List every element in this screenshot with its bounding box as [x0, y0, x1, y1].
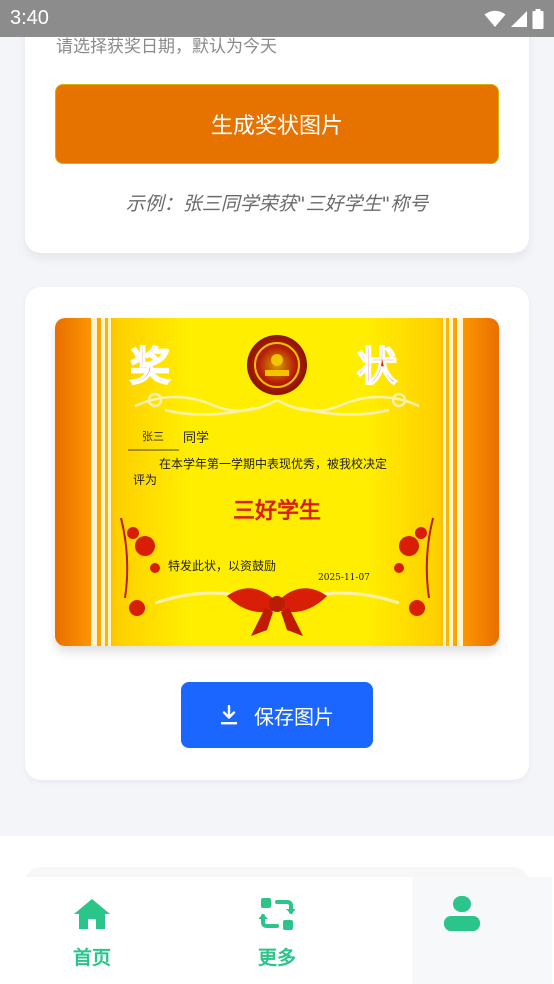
- certificate-title-left: 奖: [130, 343, 170, 390]
- home-icon: [74, 899, 110, 929]
- certificate-date: 2025-11-07: [318, 573, 370, 583]
- signal-icon: [511, 10, 527, 27]
- battery-icon: [532, 8, 544, 29]
- status-icons: [484, 8, 544, 29]
- generate-certificate-button[interactable]: 生成奖状图片: [55, 84, 499, 164]
- nav-item-more[interactable]: 更多: [217, 877, 337, 984]
- status-time: 3:40: [10, 7, 49, 29]
- certificate-honor: 三好学生: [233, 498, 321, 524]
- certificate-body-line2: 评为: [133, 473, 157, 487]
- nav-label-home: 首页: [72, 947, 111, 969]
- certificate-graphic: 奖 状 张三 同学 在本学年第一学期中表现优秀，被我校决定 评为 三好学生 特发…: [55, 318, 499, 646]
- nav-item-home[interactable]: 首页: [32, 877, 152, 984]
- wifi-icon: [484, 10, 506, 27]
- user-icon: [444, 896, 480, 931]
- example-text: 示例：张三同学荣获"三好学生"称号: [125, 193, 429, 215]
- right-border-stripes: [443, 318, 463, 646]
- save-image-button[interactable]: 保存图片: [181, 682, 373, 748]
- certificate-closing: 特发此状，以资鼓励: [168, 558, 276, 573]
- refresh-icon: [259, 898, 295, 930]
- bottom-navigation: 首页 更多: [0, 877, 554, 984]
- recipient-suffix: 同学: [183, 430, 209, 446]
- certificate-body-line1: 在本学年第一学期中表现优秀，被我校决定: [159, 456, 387, 471]
- nav-item-profile[interactable]: [402, 877, 522, 984]
- certificate-image: 奖 状 张三 同学 在本学年第一学期中表现优秀，被我校决定 评为 三好学生 特发…: [55, 318, 499, 646]
- certificate-title-right: 状: [357, 343, 398, 390]
- recipient-name: 张三: [142, 430, 164, 443]
- nav-label-more: 更多: [257, 947, 296, 969]
- award-form-card: 请选择获奖日期，默认为今天 生成奖状图片 示例：张三同学荣获"三好学生"称号: [25, 0, 529, 253]
- save-image-label: 保存图片: [254, 704, 334, 729]
- status-bar: 3:40: [0, 0, 554, 37]
- screen: 3:40 请选择获奖日期，默认为今天 生成奖状图片 示例：张三同学荣获"三好学生…: [0, 0, 554, 984]
- download-icon: [221, 705, 237, 725]
- left-border-stripes: [91, 318, 111, 646]
- national-emblem: [247, 335, 307, 395]
- certificate-preview-card: 奖 状 张三 同学 在本学年第一学期中表现优秀，被我校决定 评为 三好学生 特发…: [25, 287, 529, 780]
